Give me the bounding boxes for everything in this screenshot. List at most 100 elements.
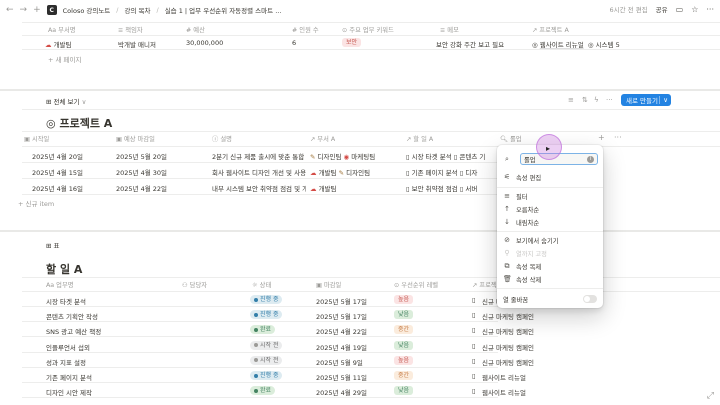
due-date-cell[interactable]: 2025년 4월 22일	[316, 326, 367, 336]
priority-cell[interactable]: 높음	[394, 355, 414, 365]
info-icon[interactable]: i	[587, 155, 594, 163]
dept-cell[interactable]: ☁ 개발팀 ✎ 디자인팀	[310, 167, 404, 177]
priority-cell[interactable]: 중간	[394, 371, 414, 380]
menu-item-duplicate[interactable]: ⧉ 속성 복제	[503, 260, 599, 272]
lightning-icon[interactable]: ϟ	[594, 96, 599, 104]
start-date-cell[interactable]: 2025년 4월 20일	[32, 151, 83, 161]
menu-item-sort-asc[interactable]: ↑ 오름차순	[503, 203, 599, 215]
breadcrumb-toc[interactable]: 강의 목차	[125, 5, 151, 15]
status-cell[interactable]: 시작 전	[250, 355, 283, 365]
status-cell[interactable]: 진행 중	[250, 295, 283, 304]
column-header-status[interactable]: ☼ 상태	[252, 280, 271, 289]
desc-cell[interactable]: 내부 시스템 보안 취약점 점검 및 개	[212, 183, 306, 193]
task-name-cell[interactable]: 시장 타겟 분석	[46, 296, 86, 306]
column-header-people[interactable]: # 인원 수	[292, 25, 319, 34]
due-date-cell[interactable]: 2025년 5월 17일	[316, 311, 367, 321]
new-item-button[interactable]: + 신규 item	[18, 198, 54, 208]
column-header-rollup[interactable]: 🔍︎ 롤업	[500, 134, 522, 143]
column-header-due[interactable]: ▣ 마감일	[316, 280, 341, 289]
column-header-tasks[interactable]: ↗ 할 일 A	[406, 134, 433, 143]
column-header-project[interactable]: ↗ 프로젝트 A	[532, 25, 569, 34]
column-header-keyword[interactable]: ⊙ 주요 업무 키워드	[342, 25, 394, 34]
task-name-cell[interactable]: 인플루언서 섭외	[46, 342, 90, 352]
breadcrumb-workspace[interactable]: Coloso 강의노트	[63, 5, 111, 15]
desc-cell[interactable]: 2분기 신규 제품 출시에 맞춘 통합 마	[212, 151, 306, 161]
task-name-cell[interactable]: 기존 페이지 분석	[46, 372, 92, 382]
column-header-memo[interactable]: ≡ 메모	[440, 25, 459, 34]
due-date-cell[interactable]: 2025년 5월 17일	[316, 296, 367, 306]
task-name-cell[interactable]: 콘텐츠 기획안 작성	[46, 311, 98, 321]
wrap-toggle[interactable]	[583, 295, 597, 303]
status-cell[interactable]: 진행 중	[250, 310, 283, 320]
forward-arrow-icon[interactable]: →	[20, 5, 28, 15]
tasks-cell[interactable]: ▯ 시장 타겟 분석 ▯ 콘텐츠 기	[406, 151, 498, 161]
menu-item-edit[interactable]: ⚟ 속성 편집	[503, 171, 599, 183]
menu-item-sort-desc[interactable]: ↓ 내림차순	[503, 216, 599, 228]
dept-cell[interactable]: ☁ 개발팀	[310, 183, 404, 193]
due-date-cell[interactable]: 2025년 4월 19일	[316, 342, 367, 352]
new-button[interactable]: 새로 만들기 ∨	[621, 94, 671, 106]
breadcrumb-page[interactable]: 실습 1 | 업무 우선순위 자동정렬 스마트 ...	[165, 5, 282, 15]
column-header-task-name[interactable]: Aa 업무명	[46, 280, 74, 289]
status-cell[interactable]: 시작 전	[250, 340, 283, 350]
filter-icon[interactable]: ≡	[568, 96, 574, 104]
project-cell[interactable]: ◎ 웹사이트 리뉴얼 ◎ 시스템 5	[532, 39, 720, 49]
due-date-cell[interactable]: 2025년 5월 11일	[316, 372, 367, 382]
menu-item-filter[interactable]: ≡ 필터	[503, 190, 599, 202]
column-header-desc[interactable]: ⓘ 설명	[212, 134, 232, 143]
tasks-cell[interactable]: ▯ 기존 페이지 분석 ▯ 디자	[406, 167, 498, 177]
manager-cell[interactable]: 박개발 매니저	[118, 39, 156, 49]
more-icon[interactable]: ···	[614, 133, 622, 142]
menu-item-hide[interactable]: ⊘ 보기에서 숨기기	[503, 234, 599, 246]
column-header-assignee[interactable]: ⚇ 담당자	[182, 280, 207, 289]
more-icon[interactable]: ···	[606, 96, 613, 104]
chevron-down-icon[interactable]: ∨	[659, 96, 671, 104]
priority-cell[interactable]: 낮음	[394, 386, 414, 396]
column-header-dept[interactable]: ↗ 부서 A	[310, 134, 335, 143]
comment-icon[interactable]: ▭	[676, 5, 684, 14]
due-date-cell[interactable]: 2025년 5월 9일	[316, 357, 363, 367]
status-cell[interactable]: 완료	[250, 386, 276, 396]
end-date-cell[interactable]: 2025년 4월 22일	[116, 183, 167, 193]
budget-cell[interactable]: 30,000,000	[186, 39, 223, 47]
end-date-cell[interactable]: 2025년 5월 20일	[116, 151, 167, 161]
status-cell[interactable]: 진행 중	[250, 371, 283, 380]
start-date-cell[interactable]: 2025년 4월 16일	[32, 183, 83, 193]
column-header-start[interactable]: ▣ 시작일	[24, 134, 49, 143]
dept-cell[interactable]: ✎ 디자인팀 ◉ 마케팅팀	[310, 151, 404, 161]
view-tab-table[interactable]: ⊞ 표	[46, 240, 60, 250]
column-header-end[interactable]: ▣ 예상 마감일	[116, 134, 155, 143]
priority-cell[interactable]: 낮음	[394, 310, 414, 320]
task-name-cell[interactable]: 성과 지표 설정	[46, 357, 86, 367]
memo-cell[interactable]: 보안 강화 주간 보고 필요	[436, 39, 504, 49]
star-icon[interactable]: ☆	[691, 5, 698, 14]
priority-cell[interactable]: 낮음	[394, 340, 414, 350]
due-date-cell[interactable]: 2025년 4월 29일	[316, 387, 367, 397]
expand-icon[interactable]: ⤢	[707, 391, 714, 401]
back-arrow-icon[interactable]: ←	[6, 5, 14, 15]
task-name-cell[interactable]: 디자인 시안 제작	[46, 387, 92, 397]
new-page-button[interactable]: + 새 페이지	[48, 54, 82, 64]
more-icon[interactable]: ···	[706, 5, 714, 14]
column-header-budget[interactable]: # 예산	[186, 25, 205, 34]
add-icon[interactable]: +	[33, 5, 41, 15]
task-name-cell[interactable]: SNS 광고 예산 책정	[46, 326, 101, 336]
share-button[interactable]: 공유	[656, 4, 668, 14]
desc-cell[interactable]: 회사 웹사이트 디자인 개선 및 사용자	[212, 167, 306, 177]
keyword-cell[interactable]: 보안	[342, 38, 362, 47]
start-date-cell[interactable]: 2025년 4월 15일	[32, 167, 83, 177]
end-date-cell[interactable]: 2025년 4월 30일	[116, 167, 167, 177]
add-column-icon[interactable]: +	[598, 133, 605, 142]
menu-item-delete[interactable]: 🗑︎ 속성 삭제	[503, 273, 599, 285]
tasks-cell[interactable]: ▯ 보안 취약점 점검 ▯ 서버	[406, 183, 498, 193]
priority-cell[interactable]: 높음	[394, 295, 414, 304]
status-cell[interactable]: 완료	[250, 325, 276, 335]
column-header-dept[interactable]: Aa 부서명	[48, 25, 76, 34]
column-header-manager[interactable]: ≡ 책임자	[118, 25, 143, 34]
sort-icon[interactable]: ⇅	[582, 96, 588, 104]
column-header-priority[interactable]: ⊙ 우선순위 레벨	[394, 280, 438, 289]
dept-cell[interactable]: ☁ 개발팀	[45, 39, 72, 49]
priority-cell[interactable]: 중간	[394, 325, 414, 335]
people-cell[interactable]: 6	[292, 39, 296, 47]
view-tab-all[interactable]: ⊞ 전체 보기 ∨	[46, 96, 86, 106]
